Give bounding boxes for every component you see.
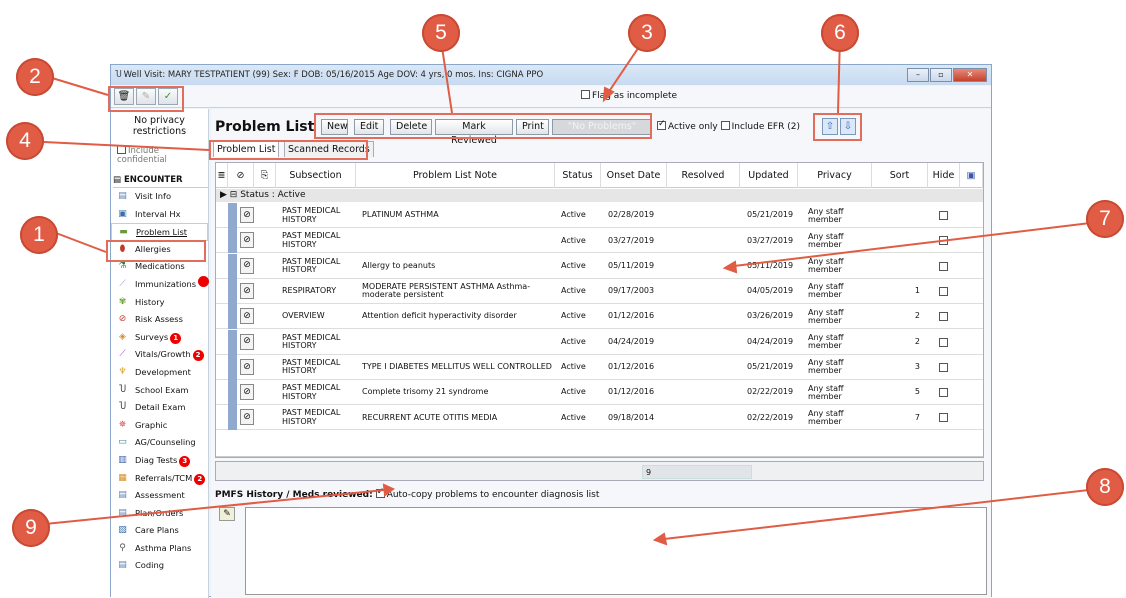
callout-1: 1 [20, 216, 58, 254]
callout-8: 8 [1086, 468, 1124, 506]
callout-5: 5 [422, 14, 460, 52]
callout-4: 4 [6, 122, 44, 160]
callout-7: 7 [1086, 200, 1124, 238]
callout-3: 3 [628, 14, 666, 52]
callout-9: 9 [12, 509, 50, 547]
callout-6: 6 [821, 14, 859, 52]
callout-lines [43, 33, 1116, 546]
callout-2: 2 [16, 58, 54, 96]
